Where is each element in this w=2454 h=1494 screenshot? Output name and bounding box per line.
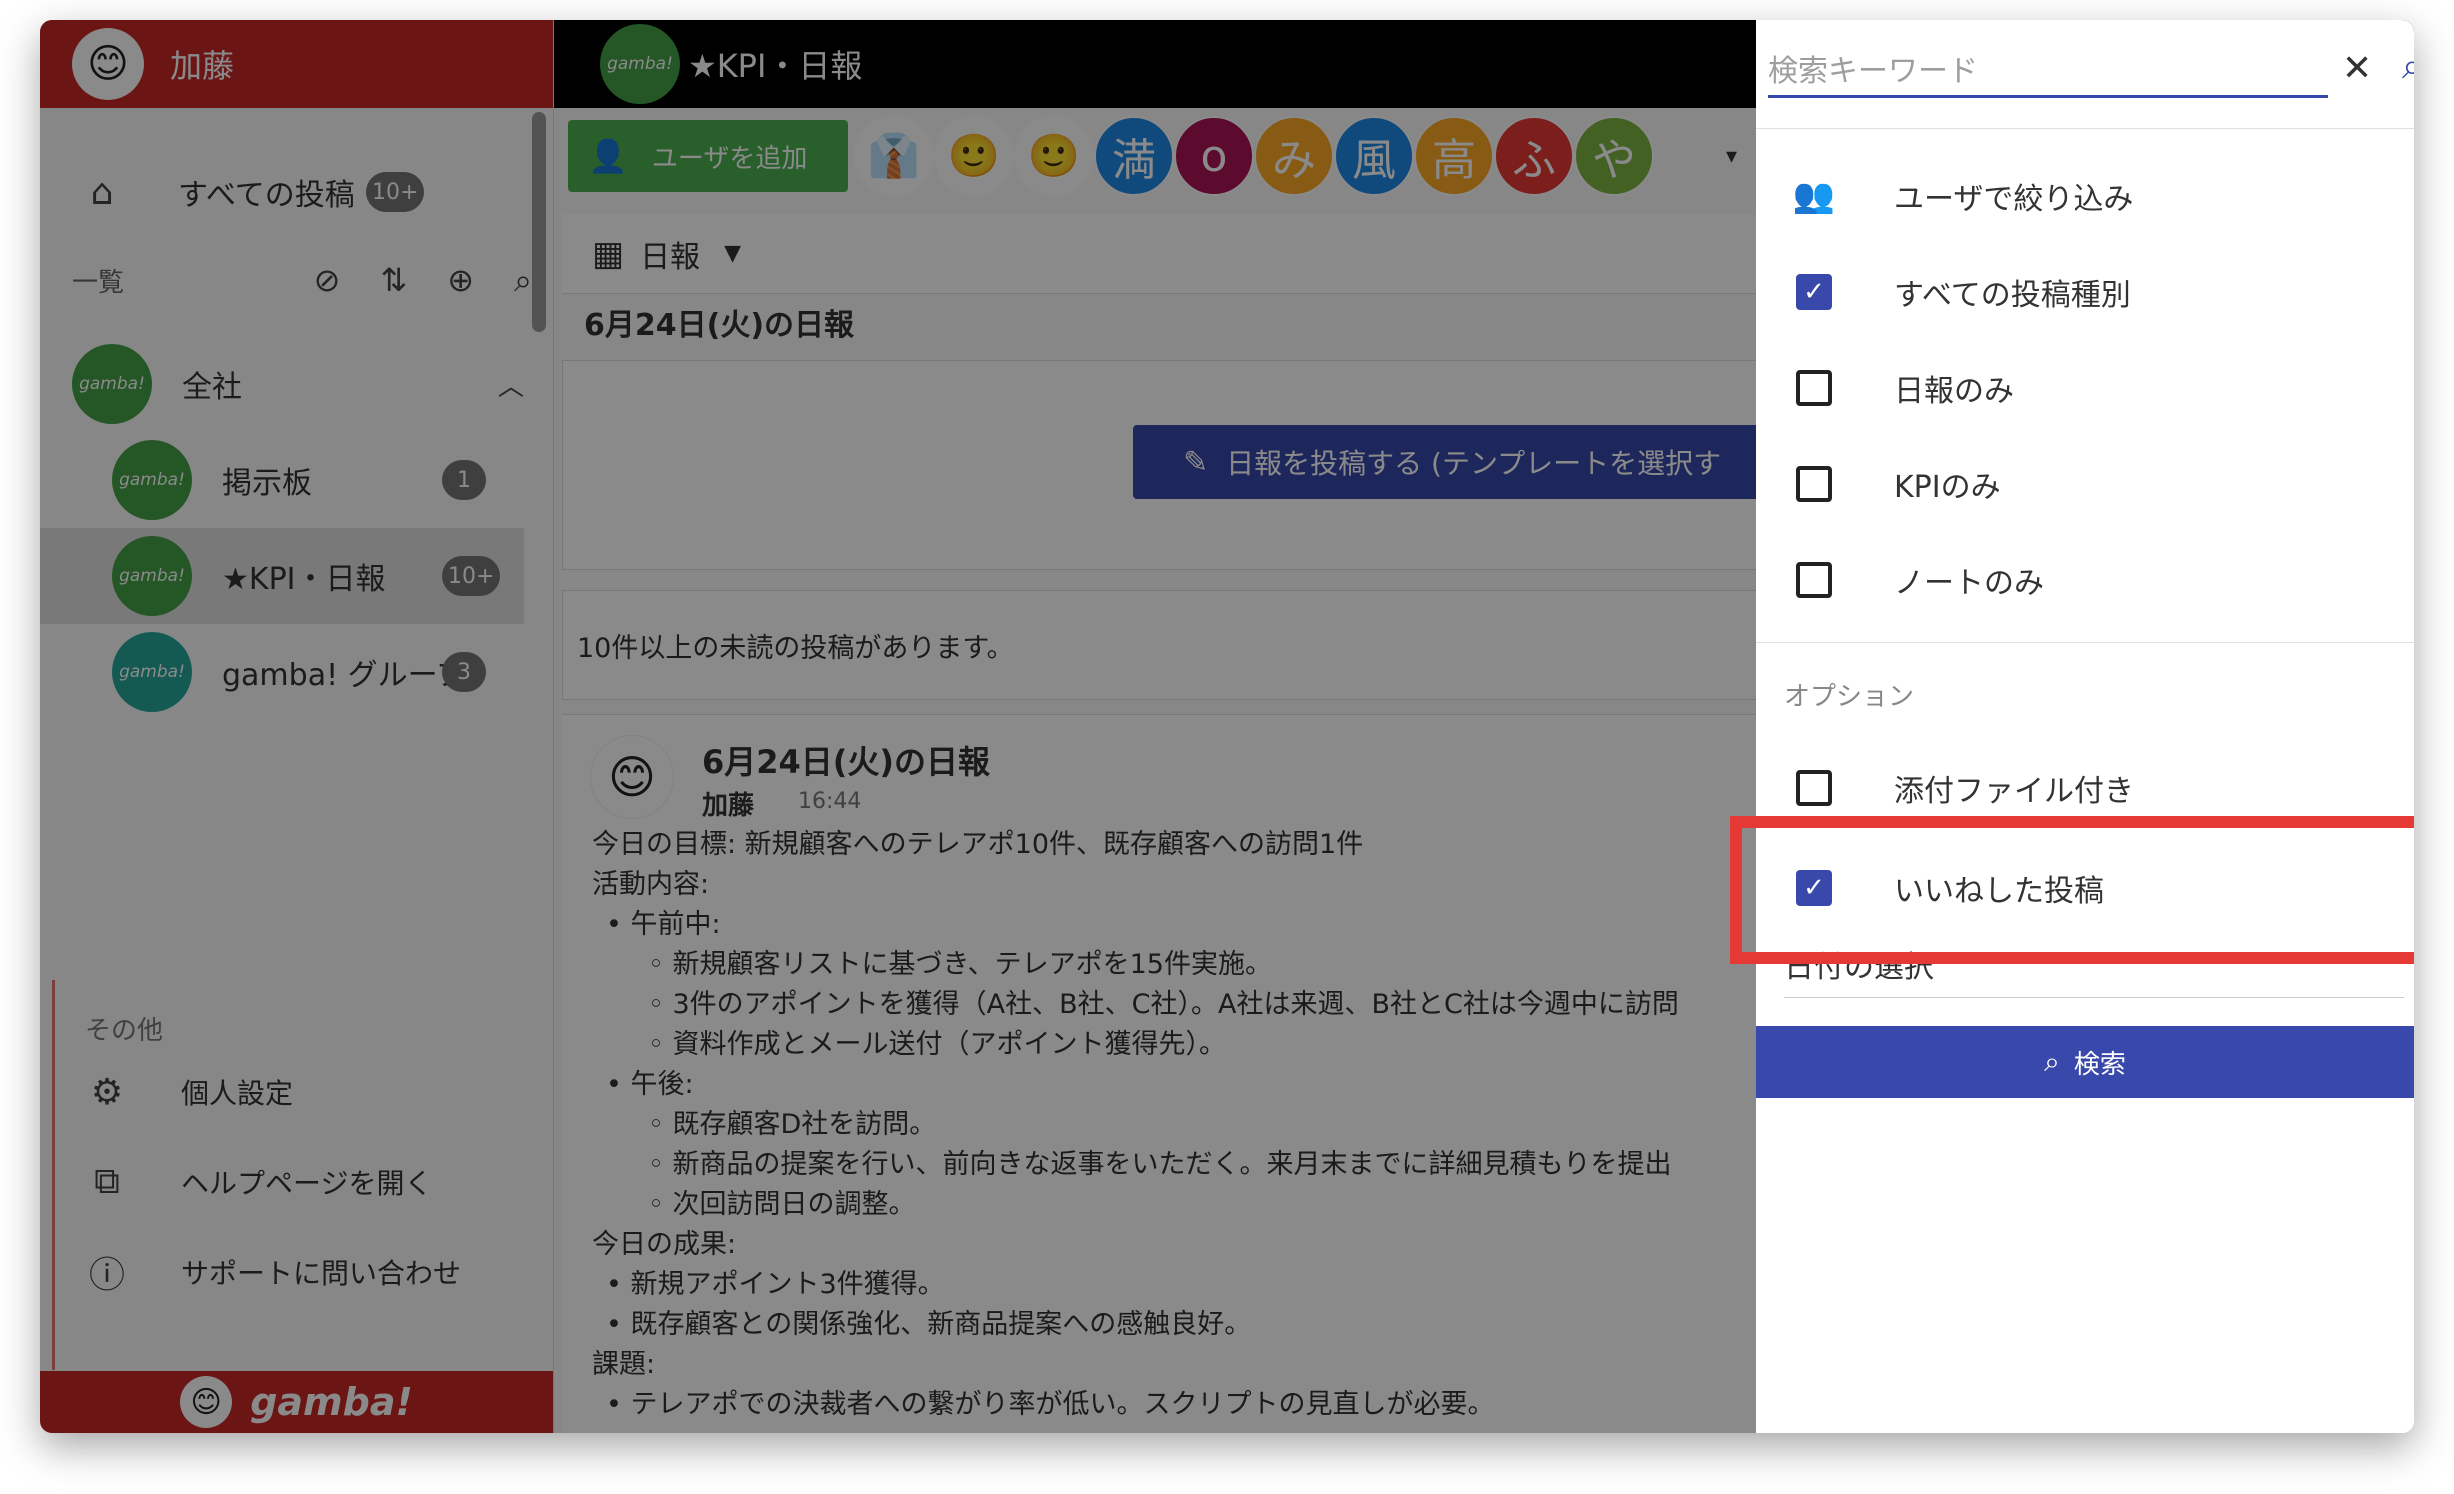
checkbox-label: KPIのみ — [1894, 470, 2001, 505]
checkbox-note-only[interactable]: ノートのみ — [1756, 532, 2414, 628]
close-icon[interactable]: ✕ — [2342, 48, 2372, 89]
checkbox-kpi-only[interactable]: KPIのみ — [1756, 436, 2414, 532]
search-button-label: 検索 — [2073, 1049, 2126, 1080]
checkbox-label: すべての投稿種別 — [1894, 278, 2131, 313]
search-input[interactable] — [1768, 48, 2328, 98]
people-icon: 👥 — [1792, 176, 1836, 216]
divider — [1756, 128, 2414, 129]
checkbox[interactable]: ✓ — [1796, 274, 1832, 310]
checkbox-label: ノートのみ — [1894, 566, 2044, 601]
highlight-box — [1730, 816, 2414, 964]
search-icon[interactable]: ⌕ — [2402, 46, 2414, 88]
checkbox-label: 添付ファイル付き — [1894, 774, 2134, 809]
user-filter-label: ユーザで絞り込み — [1894, 182, 2134, 217]
modal-overlay[interactable] — [40, 20, 1756, 1433]
checkbox-label: 日報のみ — [1894, 374, 2014, 409]
app-window: 😊 加藤 ⌂ すべての投稿 10+ 一覧 ⊘ ⇅ ⊕ ⌕ gamba! 全社 ︿… — [40, 20, 2414, 1433]
checkbox[interactable] — [1796, 370, 1832, 406]
search-button[interactable]: ⌕ 検索 — [1756, 1026, 2414, 1098]
checkbox[interactable] — [1796, 770, 1832, 806]
checkbox-all-types[interactable]: ✓ すべての投稿種別 — [1756, 244, 2414, 340]
search-icon: ⌕ — [2044, 1045, 2060, 1078]
search-panel: ✕ ⌕ 👥 ユーザで絞り込み ✓ すべての投稿種別 日報のみ KPIのみ ノート… — [1756, 20, 2414, 1433]
user-filter-item[interactable]: 👥 ユーザで絞り込み — [1756, 148, 2414, 244]
checkbox[interactable] — [1796, 562, 1832, 598]
checkbox[interactable] — [1796, 466, 1832, 502]
divider — [1756, 642, 2414, 643]
options-title: オプション — [1784, 682, 1915, 712]
checkbox-daily-only[interactable]: 日報のみ — [1756, 340, 2414, 436]
